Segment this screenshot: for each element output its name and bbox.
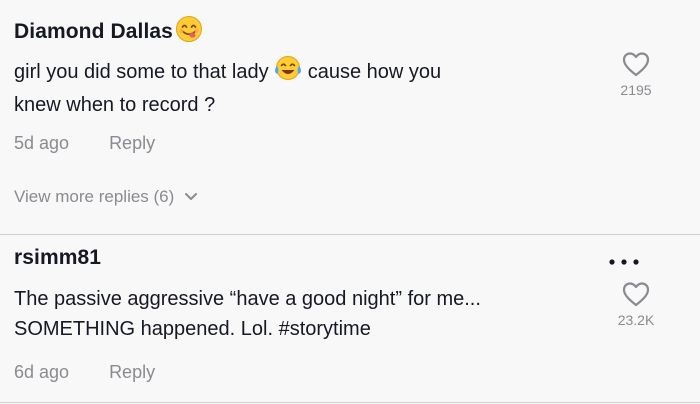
divider: [0, 402, 700, 403]
like-count: 2195: [620, 82, 652, 98]
heart-outline-icon: [622, 52, 650, 77]
view-more-replies-label: View more replies (6): [14, 187, 175, 206]
yum-face-emoji-icon: [175, 15, 203, 49]
comment-meta: 6d ago Reply: [14, 362, 155, 383]
comment-username[interactable]: rsimm81: [14, 246, 101, 270]
view-more-replies-button[interactable]: View more replies (6): [14, 187, 198, 207]
tears-of-joy-emoji-icon: [274, 55, 302, 90]
like-button[interactable]: 2195: [606, 50, 666, 98]
like-count: 23.2K: [617, 312, 655, 328]
more-options-button[interactable]: [604, 254, 644, 265]
comment-text-line: knew when to record ?: [14, 94, 216, 116]
comment-meta: 5d ago Reply: [14, 133, 155, 154]
divider: [0, 234, 700, 235]
comment-username[interactable]: Diamond Dallas: [14, 15, 203, 49]
comment-text-line: The passive aggressive “have a good nigh…: [14, 288, 481, 310]
comment-text-segment: girl you did some to that lady: [14, 60, 275, 83]
username-text: Diamond Dallas: [14, 20, 173, 43]
comment-item: rsimm81 The passive aggressive “have a g…: [0, 236, 700, 404]
comment-age: 5d ago: [14, 133, 70, 153]
more-dots-icon: [609, 259, 639, 265]
comment-text: The passive aggressive “have a good nigh…: [14, 284, 481, 344]
username-text: rsimm81: [14, 246, 102, 269]
comment-item: Diamond Dallas girl you did some to that…: [0, 0, 700, 170]
heart-outline-icon: [622, 282, 650, 307]
like-button[interactable]: 23.2K: [606, 280, 666, 328]
comment-text-segment: cause how you: [307, 60, 442, 83]
comment-text-line: SOMETHING happened. Lol. #storytime: [14, 318, 371, 340]
comment-text: girl you did some to that lady cause how…: [14, 55, 441, 120]
reply-button[interactable]: Reply: [109, 362, 155, 383]
comment-text-line: girl you did some to that lady cause how…: [14, 55, 441, 90]
chevron-down-icon: [185, 193, 198, 200]
reply-button[interactable]: Reply: [109, 133, 155, 154]
comment-age: 6d ago: [14, 362, 70, 382]
